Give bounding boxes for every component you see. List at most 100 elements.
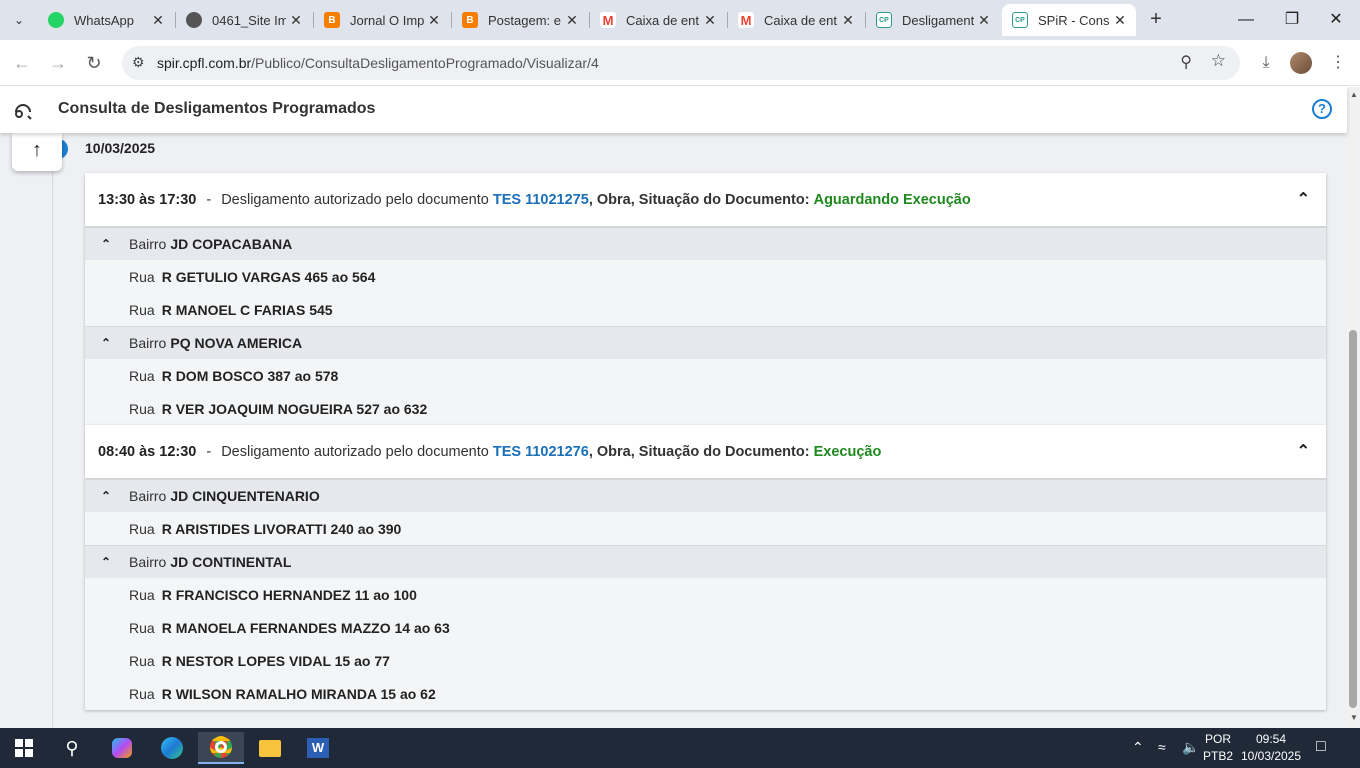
- collapse-chevron-icon[interactable]: ⌃: [1297, 189, 1310, 209]
- bairro-row[interactable]: ⌃ Bairro JD COPACABANA: [85, 227, 1326, 260]
- tab-desligamentos[interactable]: CP Desligament ✕: [866, 4, 1000, 36]
- address-bar[interactable]: ⚙ spir.cpfl.com.br/Publico/ConsultaDesli…: [122, 46, 1240, 80]
- page-scrollbar[interactable]: ▲ ▼: [1347, 87, 1360, 728]
- authorized-label: Desligamento autorizado pelo documento: [221, 191, 489, 208]
- file-explorer-icon[interactable]: [250, 732, 290, 764]
- obra-label: , Obra, Situação do Documento:: [588, 191, 810, 208]
- copilot-icon[interactable]: [102, 732, 142, 764]
- rua-row: Rua R ARISTIDES LIVORATTI 240 ao 390: [85, 512, 1326, 545]
- tab-title: WhatsApp: [74, 12, 134, 28]
- chevron-up-icon: ⌃: [101, 555, 112, 569]
- profile-avatar[interactable]: [1290, 52, 1312, 74]
- tab-spir-active[interactable]: CP SPiR - Consu ✕: [1002, 4, 1136, 36]
- document-link[interactable]: TES 11021276: [493, 444, 589, 460]
- clock[interactable]: 09:54 10/03/2025: [1238, 732, 1304, 763]
- tab-title: Jornal O Imp: [350, 12, 424, 28]
- tab-search-chevron-icon[interactable]: ⌄: [6, 8, 32, 32]
- minimize-icon[interactable]: —: [1226, 6, 1266, 34]
- language-indicator[interactable]: POR PTB2: [1202, 732, 1234, 763]
- timeline-rule: [52, 133, 53, 728]
- bairro-name: JD COPACABANA: [170, 236, 293, 252]
- help-icon[interactable]: ?: [1312, 99, 1332, 119]
- network-icon[interactable]: ≈: [1158, 739, 1166, 755]
- close-tab-icon[interactable]: ✕: [424, 12, 444, 29]
- scrollbar-thumb[interactable]: [1349, 330, 1357, 708]
- blogger-icon: B: [324, 12, 340, 28]
- gmail-icon: M: [738, 12, 754, 28]
- tab-site[interactable]: 0461_Site Im ✕: [176, 4, 312, 36]
- url-text: spir.cpfl.com.br/Publico/ConsultaDesliga…: [157, 55, 599, 71]
- gmail-icon: M: [600, 12, 616, 28]
- volume-muted-icon[interactable]: 🔈: [1182, 739, 1199, 756]
- bairro-name: PQ NOVA AMERICA: [170, 335, 303, 351]
- separator: -: [206, 191, 212, 208]
- whatsapp-icon: [48, 12, 64, 28]
- chevron-up-icon: ⌃: [101, 237, 112, 251]
- outage-time: 08:40 às 12:30: [98, 443, 197, 460]
- windows-start-icon[interactable]: [4, 732, 44, 764]
- notification-icon[interactable]: □: [1316, 738, 1326, 756]
- rua-row: Rua R NESTOR LOPES VIDAL 15 ao 77: [85, 644, 1326, 677]
- tab-gmail-1[interactable]: M Caixa de ent ✕: [590, 4, 726, 36]
- tray-chevron-up-icon[interactable]: ⌃: [1132, 739, 1144, 756]
- outage-time: 13:30 às 17:30: [98, 191, 197, 208]
- close-tab-icon[interactable]: ✕: [700, 12, 720, 29]
- maximize-icon[interactable]: ❐: [1272, 6, 1312, 34]
- word-icon[interactable]: W: [298, 732, 338, 764]
- tab-jornal[interactable]: B Jornal O Imp ✕: [314, 4, 450, 36]
- back-to-top-button[interactable]: ↑: [12, 133, 62, 171]
- collapse-chevron-icon[interactable]: ⌃: [1297, 441, 1310, 461]
- outage-panel: 13:30 às 17:30 - Desligamento autorizado…: [85, 173, 1326, 425]
- back-arrow-icon[interactable]: ←: [10, 51, 34, 75]
- tab-title: Desligament: [902, 12, 974, 28]
- main-content: ↑ 10/03/2025 13:30 às 17:30 - Desligamen…: [0, 133, 1347, 728]
- document-link[interactable]: TES 11021275: [493, 192, 589, 208]
- bairro-row[interactable]: ⌃ Bairro JD CINQUENTENARIO: [85, 479, 1326, 512]
- tab-title: Postagem: e: [488, 12, 561, 28]
- tab-postagem[interactable]: B Postagem: e ✕: [452, 4, 588, 36]
- bookmark-star-icon[interactable]: ☆: [1211, 51, 1226, 71]
- site-settings-icon[interactable]: ⚙: [132, 54, 145, 71]
- chevron-up-icon: ⌃: [101, 489, 112, 503]
- browser-toolbar: ← → ↻ ⚙ spir.cpfl.com.br/Publico/Consult…: [0, 40, 1360, 86]
- close-tab-icon[interactable]: ✕: [562, 12, 582, 29]
- globe-icon: [186, 12, 202, 28]
- tab-title: SPiR - Consu: [1038, 12, 1110, 28]
- download-icon[interactable]: ⤓: [1254, 51, 1278, 75]
- more-menu-icon[interactable]: ⋮: [1326, 51, 1350, 75]
- chevron-up-icon: ⌃: [101, 336, 112, 350]
- zoom-icon[interactable]: ⚲: [1180, 52, 1192, 72]
- cpfl-icon: CP: [1012, 12, 1028, 28]
- close-window-icon[interactable]: ✕: [1316, 6, 1356, 34]
- tab-whatsapp[interactable]: WhatsApp ✕: [38, 4, 174, 36]
- close-tab-icon[interactable]: ✕: [286, 12, 306, 29]
- search-icon[interactable]: ⚲: [52, 732, 92, 764]
- rua-row: Rua R MANOEL C FARIAS 545: [85, 293, 1326, 326]
- rua-row: Rua R VER JOAQUIM NOGUEIRA 527 ao 632: [85, 392, 1326, 425]
- close-tab-icon[interactable]: ✕: [1110, 12, 1130, 29]
- forward-arrow-icon[interactable]: →: [46, 51, 70, 75]
- reload-icon[interactable]: ↻: [82, 51, 106, 75]
- windows-taskbar: ⚲ W ⌃ ≈ 🔈 POR PTB2 09:54 10/03/2025 □: [0, 728, 1360, 768]
- bairro-name: JD CONTINENTAL: [170, 554, 292, 570]
- cpfl-icon: CP: [876, 12, 892, 28]
- outage-panel: 08:40 às 12:30 - Desligamento autorizado…: [85, 425, 1326, 710]
- tab-title: Caixa de ent: [626, 12, 699, 28]
- bairro-row[interactable]: ⌃ Bairro PQ NOVA AMERICA: [85, 326, 1326, 359]
- edge-icon[interactable]: [152, 732, 192, 764]
- scroll-down-icon[interactable]: ▼: [1350, 713, 1358, 722]
- chrome-icon[interactable]: [198, 732, 244, 764]
- obra-label: , Obra, Situação do Documento:: [588, 443, 810, 460]
- bairro-row[interactable]: ⌃ Bairro JD CONTINENTAL: [85, 545, 1326, 578]
- page-title: Consulta de Desligamentos Programados: [58, 100, 376, 117]
- close-tab-icon[interactable]: ✕: [974, 12, 994, 29]
- tab-gmail-2[interactable]: M Caixa de ent ✕: [728, 4, 864, 36]
- app-header: Consulta de Desligamentos Programados ?: [0, 87, 1347, 133]
- close-tab-icon[interactable]: ✕: [838, 12, 858, 29]
- outage-header[interactable]: 13:30 às 17:30 - Desligamento autorizado…: [85, 173, 1326, 227]
- close-tab-icon[interactable]: ✕: [148, 12, 168, 29]
- scroll-up-icon[interactable]: ▲: [1350, 90, 1358, 99]
- new-tab-plus-icon[interactable]: +: [1144, 8, 1168, 32]
- authorized-label: Desligamento autorizado pelo documento: [221, 443, 489, 460]
- outage-header[interactable]: 08:40 às 12:30 - Desligamento autorizado…: [85, 425, 1326, 479]
